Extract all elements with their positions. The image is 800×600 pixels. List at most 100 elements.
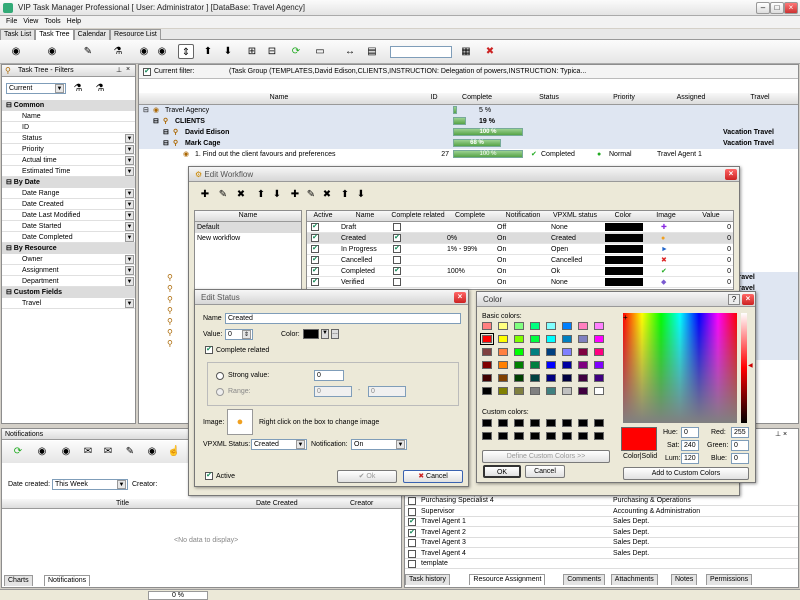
chevron-down-icon[interactable]: ▼ <box>125 200 134 209</box>
col-active[interactable]: Active <box>307 212 339 219</box>
resource-checkbox[interactable] <box>408 560 416 568</box>
expand-icon[interactable]: ⊟ <box>143 105 149 116</box>
chevron-down-icon[interactable]: ▼ <box>296 440 305 449</box>
filter-group-custom-fields[interactable]: ⊟ Custom Fields <box>2 287 135 298</box>
table-row[interactable]: ⊟ ⚲ David Edison 100 % Vacation Travel <box>139 127 798 138</box>
basic-color-swatch[interactable] <box>546 361 556 369</box>
resource-checkbox[interactable]: ✔ <box>408 518 416 526</box>
resource-row[interactable]: Travel Agent 3 Sales Dept. <box>405 538 798 548</box>
col-status[interactable]: Status <box>519 94 579 101</box>
custom-color-swatch[interactable] <box>482 432 492 440</box>
new-task-icon[interactable]: ✎ <box>80 44 96 59</box>
add-icon[interactable]: ✚ <box>197 187 213 202</box>
filter-item[interactable]: Estimated Time ▼ <box>2 166 135 177</box>
close-icon[interactable]: × <box>725 169 737 180</box>
range-radio[interactable] <box>216 388 224 396</box>
view-icon[interactable]: ◉ <box>144 444 160 459</box>
resource-row[interactable]: Purchasing Specialist 4 Purchasing & Oper… <box>405 496 798 506</box>
print-icon[interactable]: ▭ <box>312 44 328 59</box>
status-row[interactable]: ✔ In Progress ✔ 1% - 99% On Open ► 0 <box>307 244 733 255</box>
basic-color-swatch[interactable] <box>578 322 588 330</box>
filter-item[interactable]: Department ▼ <box>2 276 135 287</box>
custom-color-swatch[interactable] <box>530 419 540 427</box>
workflow-item-default[interactable]: Default <box>195 222 301 233</box>
luminance-pointer-icon[interactable]: ◀ <box>748 362 753 369</box>
mail-2-icon[interactable]: ✉ <box>100 444 116 459</box>
basic-color-swatch[interactable] <box>530 322 540 330</box>
col-notification[interactable]: Notification <box>497 212 549 219</box>
resource-row[interactable]: ✔ Travel Agent 1 Sales Dept. <box>405 517 798 527</box>
menu-help[interactable]: Help <box>67 16 81 28</box>
active-checkbox[interactable]: ✔ <box>311 234 319 242</box>
basic-color-swatch[interactable] <box>594 322 604 330</box>
col-color[interactable]: Color <box>603 212 643 219</box>
custom-color-swatch[interactable] <box>514 432 524 440</box>
basic-color-swatch[interactable] <box>546 335 556 343</box>
cancel-button[interactable]: ✖ Cancel <box>403 470 463 483</box>
chevron-down-icon[interactable]: ▼ <box>125 134 134 143</box>
basic-color-swatch[interactable] <box>546 374 556 382</box>
status-color-swatch[interactable] <box>605 223 643 231</box>
lum-input[interactable]: 120 <box>681 453 699 464</box>
table-row[interactable]: ⊟ ⚲ Mark Cage 68 % Vacation Travel <box>139 138 798 149</box>
refresh-icon[interactable]: ⟳ <box>10 444 26 459</box>
menu-file[interactable]: File <box>6 16 17 28</box>
image-box[interactable]: ● <box>227 409 253 435</box>
clear-filter-icon[interactable]: ⚗ <box>92 81 108 96</box>
filter-item[interactable]: Status ▼ <box>2 133 135 144</box>
chevron-down-icon[interactable]: ▼ <box>125 145 134 154</box>
status-color-swatch[interactable] <box>605 256 643 264</box>
view-icon[interactable]: ◉ <box>136 44 152 59</box>
green-input[interactable]: 0 <box>731 440 749 451</box>
view-2-icon[interactable]: ◉ <box>154 44 170 59</box>
basic-color-swatch[interactable] <box>514 348 524 356</box>
basic-color-swatch[interactable] <box>530 335 540 343</box>
edit-status-icon[interactable]: ✎ <box>303 187 319 202</box>
basic-color-swatch[interactable] <box>498 374 508 382</box>
tab-resource-list[interactable]: Resource List <box>110 29 161 40</box>
filter-item[interactable]: Actual time ▼ <box>2 155 135 166</box>
basic-color-swatch[interactable] <box>562 387 572 395</box>
basic-color-swatch[interactable] <box>530 374 540 382</box>
status-row[interactable]: ✔ Draft Off None ✚ 0 <box>307 222 733 233</box>
color-cancel-button[interactable]: Cancel <box>525 465 565 478</box>
basic-color-swatch[interactable] <box>514 374 524 382</box>
tab-notes[interactable]: Notes <box>671 574 698 585</box>
custom-color-swatch[interactable] <box>546 432 556 440</box>
resource-row[interactable]: Travel Agent 4 Sales Dept. <box>405 549 798 559</box>
spinner-icon[interactable]: ⇕ <box>242 330 251 339</box>
mail-icon[interactable]: ✉ <box>80 444 96 459</box>
custom-color-swatch[interactable] <box>578 432 588 440</box>
remove-icon[interactable]: ✖ <box>233 187 249 202</box>
maximize-icon[interactable]: □ <box>770 2 784 14</box>
expand-icon[interactable]: ⊟ <box>163 138 169 149</box>
status-color-swatch[interactable] <box>605 234 643 242</box>
move-up-icon[interactable]: ⬆ <box>200 44 216 59</box>
col-vpxml-status[interactable]: VPXML status <box>549 212 601 219</box>
vpxml-combo[interactable]: Created ▼ <box>251 439 307 450</box>
col-travel[interactable]: Travel <box>723 94 797 101</box>
filter-item[interactable]: Owner ▼ <box>2 254 135 265</box>
blue-input[interactable]: 0 <box>731 453 749 464</box>
chevron-down-icon[interactable]: ▼ <box>125 189 134 198</box>
color-more-icon[interactable]: … <box>331 329 339 339</box>
apply-filter-icon[interactable]: ⚗ <box>70 81 86 96</box>
resource-checkbox[interactable]: ✔ <box>408 528 416 537</box>
eye-icon[interactable]: ◉ <box>34 444 50 459</box>
filter-item[interactable]: Date Range ▼ <box>2 188 135 199</box>
edit-icon[interactable]: ✎ <box>122 444 138 459</box>
expand-icon[interactable]: ⊟ <box>153 116 159 127</box>
basic-color-swatch[interactable] <box>546 387 556 395</box>
red-input[interactable]: 255 <box>731 427 749 438</box>
basic-color-swatch[interactable] <box>594 387 604 395</box>
add-status-icon[interactable]: ✚ <box>287 187 303 202</box>
resource-row[interactable]: template <box>405 559 798 569</box>
basic-color-swatch[interactable] <box>530 387 540 395</box>
custom-color-swatch[interactable] <box>594 419 604 427</box>
value-spinner[interactable]: 0 ⇕ <box>225 329 253 340</box>
toolbar-combo[interactable] <box>390 46 452 58</box>
chevron-down-icon[interactable]: ▼ <box>125 299 134 308</box>
pin-icon[interactable]: ⊥ <box>116 66 122 74</box>
tab-notifications[interactable]: Notifications <box>44 575 91 586</box>
basic-color-swatch[interactable] <box>514 387 524 395</box>
